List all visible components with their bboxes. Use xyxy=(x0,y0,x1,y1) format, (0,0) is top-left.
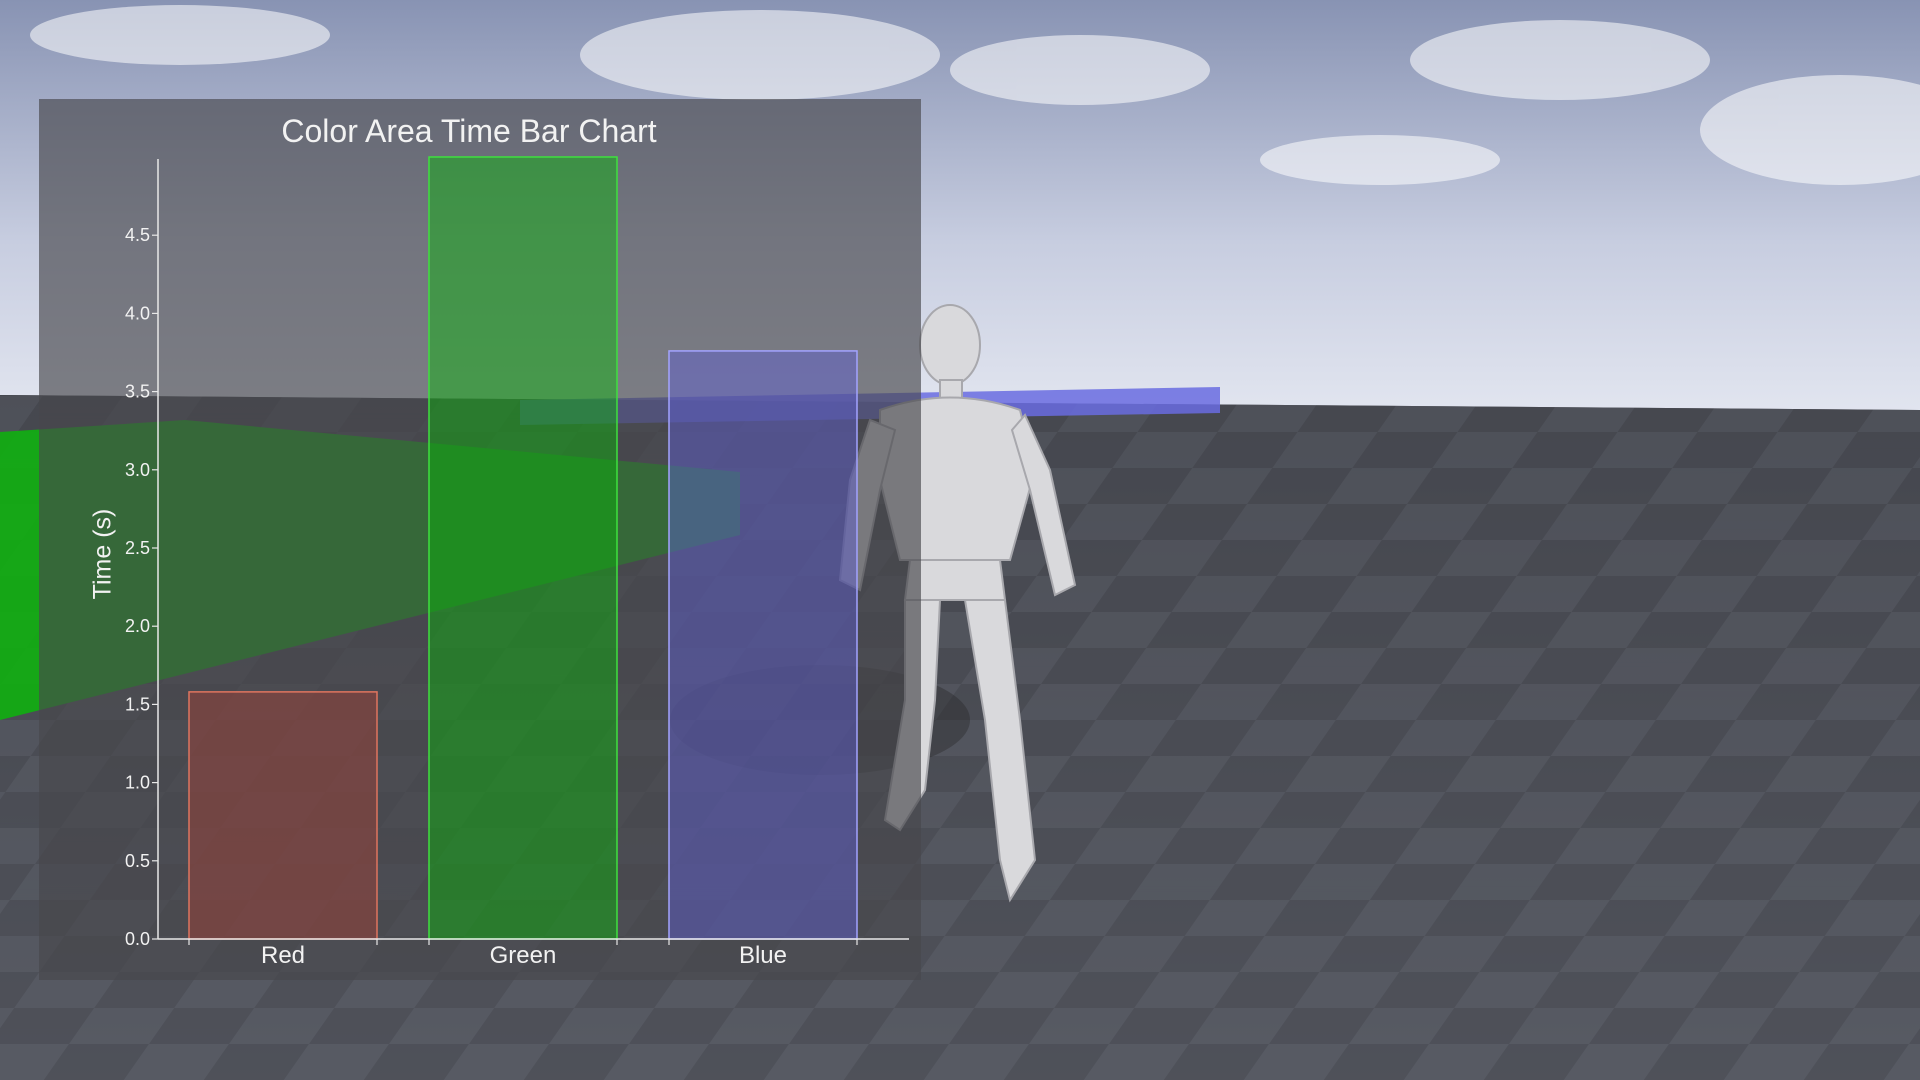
y-tick-label: 4.0 xyxy=(125,303,150,323)
x-tick-label-blue: Blue xyxy=(739,942,787,969)
bar-red xyxy=(188,691,378,940)
x-tick-label-red: Red xyxy=(261,942,305,969)
x-ticks-group: Red Green Blue xyxy=(188,939,858,969)
x-tick-label-green: Green xyxy=(490,942,557,969)
y-tick-label: 2.5 xyxy=(125,538,150,558)
y-tick-label: 1.5 xyxy=(125,694,150,714)
y-tick-label: 1.0 xyxy=(125,773,150,793)
y-tick-label: 3.5 xyxy=(125,382,150,402)
y-tick-label: 0.5 xyxy=(125,851,150,871)
bar-blue xyxy=(668,350,858,940)
y-tick-label: 3.0 xyxy=(125,460,150,480)
bar-green xyxy=(428,156,618,940)
chart-panel: Color Area Time Bar Chart Time (s) 0.0 0.… xyxy=(39,99,921,980)
bars-group xyxy=(188,156,858,940)
y-tick-label: 4.5 xyxy=(125,225,150,245)
y-ticks-group: 0.0 0.5 1.0 1.5 2.0 2.5 3.0 3.5 4.0 4.5 xyxy=(125,225,158,949)
y-tick-label: 0.0 xyxy=(125,929,150,949)
bar-chart: 0.0 0.5 1.0 1.5 2.0 2.5 3.0 3.5 4.0 4.5 Red Green B… xyxy=(125,156,909,969)
y-tick-label: 2.0 xyxy=(125,616,150,636)
